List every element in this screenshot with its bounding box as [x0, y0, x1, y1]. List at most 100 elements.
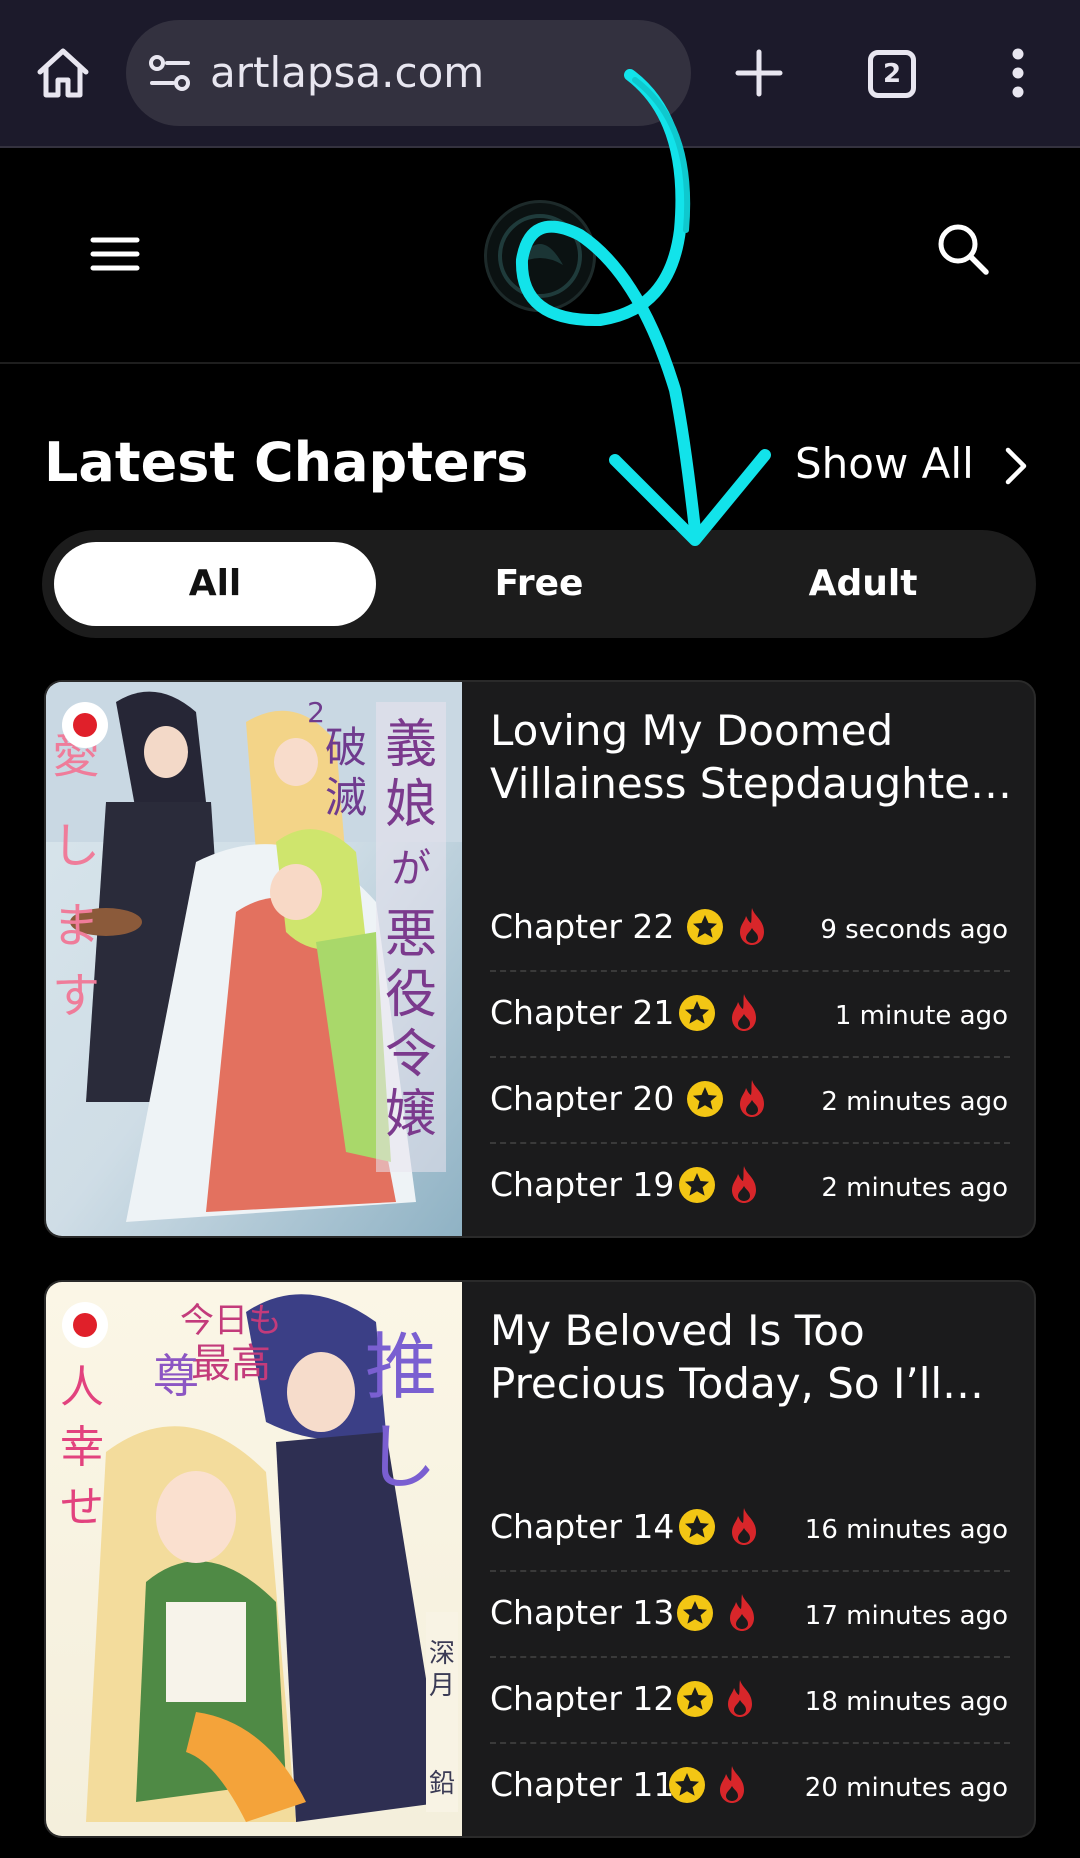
svg-text:ま: ま: [52, 898, 100, 954]
chapter-label[interactable]: Chapter 14: [490, 1504, 674, 1550]
svg-text:し: し: [52, 818, 100, 874]
chapter-row[interactable]: Chapter 11 20 minutes ago: [490, 1744, 1010, 1830]
series-title-line-1[interactable]: My Beloved Is Too: [490, 1304, 1020, 1357]
svg-text:嬢: 嬢: [385, 1085, 437, 1145]
svg-text:尊: 尊: [153, 1349, 199, 1403]
svg-text:せ: せ: [60, 1482, 104, 1533]
more-vert-icon[interactable]: [1000, 44, 1036, 102]
cover-illustration: 推 し 今日も 最高 尊 人 幸 せ 深 月 鉛: [46, 1282, 462, 1836]
svg-text:す: す: [52, 968, 100, 1024]
svg-text:が: が: [391, 846, 431, 892]
chapter-list: Chapter 22 9 seconds ago Chapter 21 1 mi…: [490, 886, 1010, 1230]
series-title-line-1[interactable]: Loving My Doomed: [490, 704, 1020, 757]
filter-tab-adult[interactable]: Adult: [702, 542, 1024, 626]
chapter-time: 20 minutes ago: [804, 1773, 1008, 1803]
chapter-time: 2 minutes ago: [821, 1087, 1008, 1117]
show-all-link[interactable]: Show All: [795, 436, 974, 492]
logo-emblem-icon: [498, 214, 582, 298]
fire-icon: [732, 994, 756, 1031]
svg-text:人: 人: [60, 1362, 104, 1413]
chapter-row[interactable]: Chapter 20 2 minutes ago: [490, 1058, 1010, 1144]
chapter-row[interactable]: Chapter 22 9 seconds ago: [490, 886, 1010, 972]
star-icon: [669, 1767, 705, 1803]
chapter-time: 9 seconds ago: [820, 915, 1008, 945]
svg-text:月: 月: [429, 1671, 455, 1701]
star-icon: [677, 1595, 713, 1631]
filter-tab-all[interactable]: All: [54, 542, 376, 626]
tab-switcher-button[interactable]: 2: [868, 50, 916, 98]
star-icon: [679, 1509, 715, 1545]
series-card[interactable]: 推 し 今日も 最高 尊 人 幸 せ 深 月 鉛 My Beloved Is T…: [44, 1280, 1036, 1838]
chapter-row[interactable]: Chapter 14 16 minutes ago: [490, 1486, 1010, 1572]
series-title-line-2[interactable]: Precious Today, So I’ll…: [490, 1357, 1020, 1410]
svg-text:深: 深: [429, 1639, 455, 1669]
chapter-row[interactable]: Chapter 19 2 minutes ago: [490, 1144, 1010, 1230]
series-title[interactable]: Loving My Doomed Villainess Stepdaughte…: [490, 704, 1020, 810]
star-icon: [687, 1081, 723, 1117]
star-icon: [679, 1167, 715, 1203]
cover-illustration: 義 娘 が 悪 役 令 嬢 破 滅 2 愛 し ま す: [46, 682, 462, 1236]
svg-text:令: 令: [385, 1025, 437, 1085]
svg-text:悪: 悪: [385, 905, 437, 965]
search-icon[interactable]: [934, 220, 992, 278]
chapter-label[interactable]: Chapter 22: [490, 904, 674, 950]
chapter-time: 17 minutes ago: [804, 1601, 1008, 1631]
fire-icon: [740, 1080, 764, 1117]
star-icon: [677, 1681, 713, 1717]
url-text[interactable]: artlapsa.com: [210, 46, 484, 100]
series-card[interactable]: 義 娘 が 悪 役 令 嬢 破 滅 2 愛 し ま す Loving My Do…: [44, 680, 1036, 1238]
svg-text:今日も: 今日も: [180, 1301, 282, 1341]
svg-text:娘: 娘: [385, 775, 437, 835]
svg-text:鉛: 鉛: [429, 1769, 455, 1799]
chapter-list: Chapter 14 16 minutes ago Chapter 13 17 …: [490, 1486, 1010, 1830]
browser-toolbar: artlapsa.com 2: [0, 0, 1080, 148]
chapter-label[interactable]: Chapter 13: [490, 1590, 674, 1636]
fire-icon: [728, 1680, 752, 1717]
chapter-row[interactable]: Chapter 12 18 minutes ago: [490, 1658, 1010, 1744]
fire-icon: [720, 1766, 744, 1803]
fire-icon: [740, 908, 764, 945]
site-settings-icon[interactable]: [148, 54, 192, 92]
address-bar[interactable]: artlapsa.com: [126, 20, 691, 126]
svg-text:最高: 最高: [191, 1341, 271, 1387]
series-cover-image[interactable]: 義 娘 が 悪 役 令 嬢 破 滅 2 愛 し ま す: [46, 682, 462, 1236]
star-icon: [687, 909, 723, 945]
chapter-time: 2 minutes ago: [821, 1173, 1008, 1203]
series-title-line-2[interactable]: Villainess Stepdaughte…: [490, 757, 1020, 810]
site-logo[interactable]: [484, 200, 596, 312]
fire-icon: [730, 1594, 754, 1631]
home-icon[interactable]: [34, 44, 92, 102]
fire-icon: [732, 1508, 756, 1545]
section-title: Latest Chapters: [44, 431, 529, 494]
japan-flag-icon: [62, 1302, 108, 1348]
chapter-time: 16 minutes ago: [804, 1515, 1008, 1545]
site-header: [0, 150, 1080, 364]
chapter-time: 18 minutes ago: [804, 1687, 1008, 1717]
series-title[interactable]: My Beloved Is Too Precious Today, So I’l…: [490, 1304, 1020, 1410]
chapter-row[interactable]: Chapter 21 1 minute ago: [490, 972, 1010, 1058]
star-icon: [679, 995, 715, 1031]
chapter-label[interactable]: Chapter 20: [490, 1076, 674, 1122]
svg-text:推: 推: [365, 1325, 437, 1409]
plus-icon[interactable]: [730, 44, 788, 102]
fire-icon: [732, 1166, 756, 1203]
chapter-label[interactable]: Chapter 21: [490, 990, 674, 1036]
chapter-time: 1 minute ago: [834, 1001, 1008, 1031]
chapter-label[interactable]: Chapter 12: [490, 1676, 674, 1722]
svg-text:2: 2: [307, 696, 325, 729]
chapter-row[interactable]: Chapter 13 17 minutes ago: [490, 1572, 1010, 1658]
japan-flag-icon: [62, 702, 108, 748]
svg-text:役: 役: [385, 965, 437, 1025]
svg-text:滅: 滅: [325, 773, 367, 822]
svg-text:し: し: [365, 1415, 437, 1499]
filter-tab-free[interactable]: Free: [378, 542, 700, 626]
svg-text:義: 義: [385, 715, 437, 775]
chapter-label[interactable]: Chapter 19: [490, 1162, 674, 1208]
chevron-right-icon[interactable]: [1004, 446, 1028, 486]
filter-tabs: All Free Adult: [42, 530, 1036, 638]
menu-icon[interactable]: [90, 234, 140, 274]
chapter-label[interactable]: Chapter 11: [490, 1762, 674, 1808]
series-cover-image[interactable]: 推 し 今日も 最高 尊 人 幸 せ 深 月 鉛: [46, 1282, 462, 1836]
svg-text:破: 破: [325, 723, 367, 772]
svg-text:幸: 幸: [60, 1422, 104, 1473]
